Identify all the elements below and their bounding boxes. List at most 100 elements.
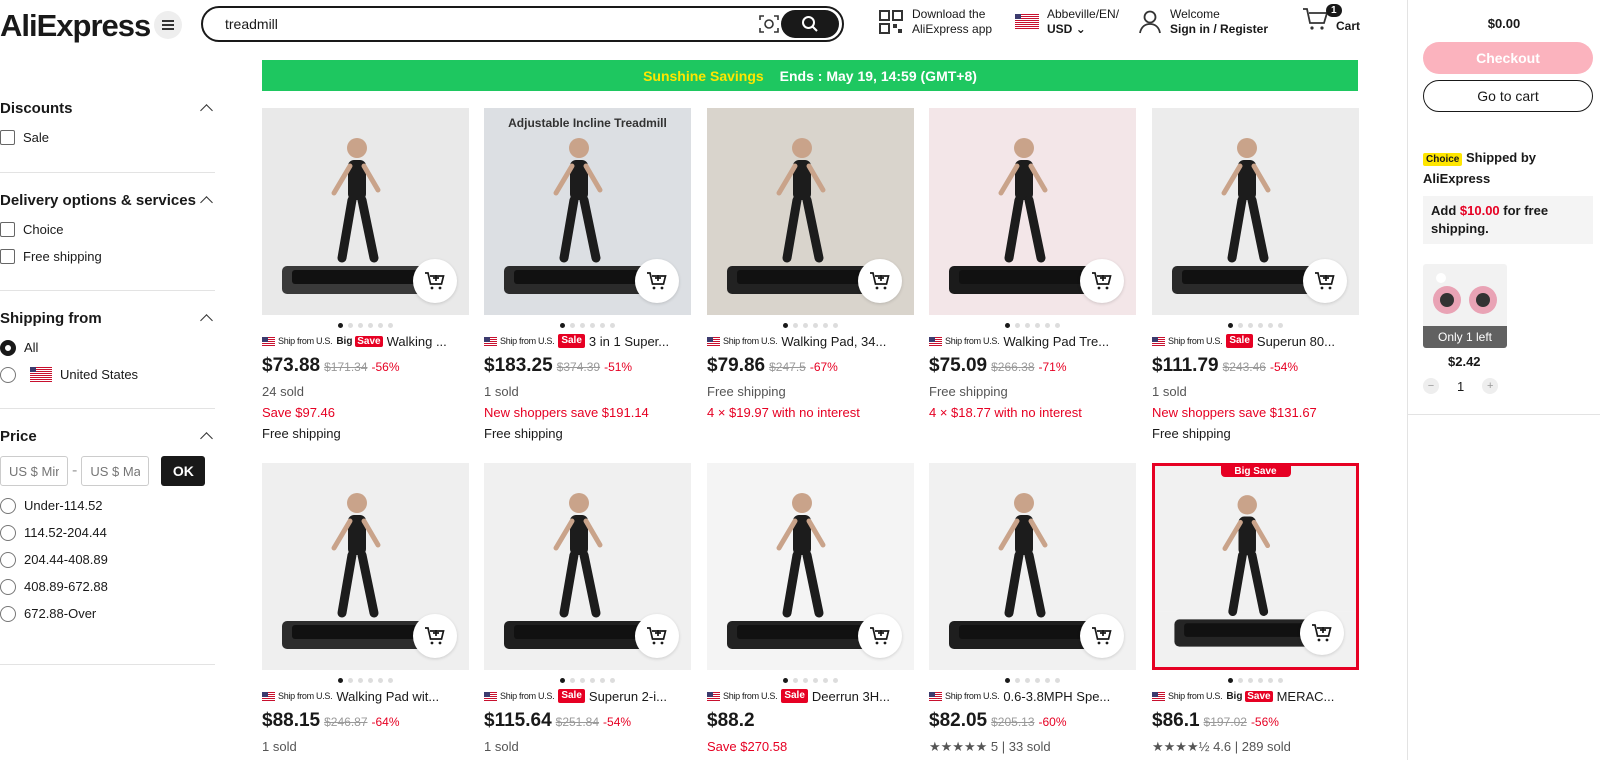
aliexpress-logo[interactable]: AliExpress — [0, 8, 151, 44]
radio[interactable] — [0, 524, 16, 541]
product-title-row[interactable]: Ship from U.S. Sale 3 in 1 Super... — [484, 332, 691, 350]
add-to-cart-button[interactable] — [1080, 259, 1124, 303]
image-carousel-dots[interactable] — [262, 673, 469, 687]
product-card[interactable]: Ship from U.S. Big Save Walking ... $73.… — [262, 108, 469, 444]
checkout-button[interactable]: Checkout — [1423, 42, 1593, 74]
product-card[interactable]: Ship from U.S. Sale Deerrun 3H... $88.2 … — [707, 463, 914, 757]
product-card[interactable]: Adjustable Incline Treadmill Ship from U… — [484, 108, 691, 444]
search-button[interactable] — [781, 10, 839, 38]
filter-option-free-shipping[interactable]: Free shipping — [0, 243, 215, 270]
product-card[interactable]: Ship from U.S. Walking Pad wit... $88.15… — [262, 463, 469, 757]
image-carousel-dots[interactable] — [1152, 318, 1359, 332]
qty-plus-button[interactable]: + — [1482, 378, 1499, 394]
signin-link[interactable]: Sign in / Register — [1170, 22, 1268, 37]
account-menu[interactable]: Welcome Sign in / Register — [1138, 7, 1268, 37]
product-card[interactable]: Ship from U.S. Walking Pad, 34... $79.86… — [707, 108, 914, 423]
product-image[interactable] — [484, 463, 691, 670]
filter-price-header[interactable]: Price — [0, 426, 215, 446]
location-currency[interactable]: Abbeville/EN/USD ⌄ — [1015, 7, 1119, 37]
filter-shipping-header[interactable]: Shipping from — [0, 308, 215, 328]
product-title-row[interactable]: Ship from U.S. Walking Pad wit... — [262, 687, 469, 705]
ship-from-label: Ship from U.S. — [723, 336, 778, 346]
radio[interactable] — [0, 605, 16, 622]
filter-option-choice[interactable]: Choice — [0, 216, 215, 243]
download-app[interactable]: Download the AliExpress app — [878, 7, 992, 37]
product-title-row[interactable]: Ship from U.S. Walking Pad, 34... — [707, 332, 914, 350]
product-title-row[interactable]: Ship from U.S. Sale Superun 2-i... — [484, 687, 691, 705]
image-search-icon[interactable] — [758, 14, 780, 34]
product-title-row[interactable]: Ship from U.S. 0.6-3.8MPH Spe... — [929, 687, 1136, 705]
product-image[interactable]: Adjustable Incline Treadmill — [484, 108, 691, 315]
go-to-cart-button[interactable]: Go to cart — [1423, 80, 1593, 112]
price-range-option[interactable]: Under-114.52 — [0, 492, 215, 519]
radio-selected[interactable] — [0, 339, 16, 356]
product-card[interactable]: Ship from U.S. Sale Superun 2-i... $115.… — [484, 463, 691, 757]
add-to-cart-button[interactable] — [1080, 614, 1124, 658]
filter-delivery-header[interactable]: Delivery options & services — [0, 190, 215, 210]
product-title-row[interactable]: Ship from U.S. Sale Superun 80... — [1152, 332, 1359, 350]
product-image[interactable] — [1152, 108, 1359, 315]
radio[interactable] — [0, 578, 16, 595]
product-title-row[interactable]: Ship from U.S. Sale Deerrun 3H... — [707, 687, 914, 705]
image-carousel-dots[interactable] — [929, 673, 1136, 687]
add-to-cart-button[interactable] — [858, 614, 902, 658]
add-cart-icon — [870, 627, 890, 645]
cart-button[interactable]: 1 Cart — [1302, 4, 1360, 34]
price-range-option[interactable]: 408.89-672.88 — [0, 573, 215, 600]
checkbox[interactable] — [0, 249, 15, 264]
price-range-option[interactable]: 204.44-408.89 — [0, 546, 215, 573]
product-card[interactable]: Big Save Ship from U.S. Big Save MERAC..… — [1152, 463, 1359, 757]
add-to-cart-button[interactable] — [635, 614, 679, 658]
add-to-cart-button[interactable] — [413, 259, 457, 303]
search-bar[interactable] — [201, 6, 844, 42]
search-input[interactable] — [225, 16, 725, 32]
promo-banner[interactable]: Sunshine Savings Ends : May 19, 14:59 (G… — [262, 60, 1358, 91]
price-range-option[interactable]: 114.52-204.44 — [0, 519, 215, 546]
menu-button[interactable] — [154, 11, 182, 39]
cart-item-image[interactable]: Only 1 left — [1423, 264, 1507, 348]
product-card[interactable]: Ship from U.S. Sale Superun 80... $111.7… — [1152, 108, 1359, 444]
product-image[interactable] — [707, 108, 914, 315]
filter-option-united-states[interactable]: United States — [0, 361, 215, 388]
image-carousel-dots[interactable] — [484, 673, 691, 687]
product-title-row[interactable]: Ship from U.S. Big Save Walking ... — [262, 332, 469, 350]
product-image[interactable] — [262, 108, 469, 315]
image-carousel-dots[interactable] — [484, 318, 691, 332]
add-to-cart-button[interactable] — [413, 614, 457, 658]
price-range-option[interactable]: 672.88-Over — [0, 600, 215, 627]
chevron-up-icon — [200, 196, 213, 209]
image-carousel-dots[interactable] — [929, 318, 1136, 332]
add-to-cart-button[interactable] — [1303, 259, 1347, 303]
add-to-cart-button[interactable] — [1300, 611, 1344, 655]
radio[interactable] — [0, 366, 16, 383]
product-image[interactable] — [262, 463, 469, 670]
filter-discounts-header[interactable]: Discounts — [0, 98, 215, 118]
filter-option-sale[interactable]: Sale — [0, 124, 215, 151]
image-carousel-dots[interactable] — [1152, 673, 1359, 687]
radio[interactable] — [0, 497, 16, 514]
price-ok-button[interactable]: OK — [161, 456, 206, 486]
product-image[interactable]: Big Save — [1152, 463, 1359, 670]
product-title-row[interactable]: Ship from U.S. Walking Pad Tre... — [929, 332, 1136, 350]
image-carousel-dots[interactable] — [707, 318, 914, 332]
add-to-cart-button[interactable] — [635, 259, 679, 303]
radio[interactable] — [0, 551, 16, 568]
product-title-row[interactable]: Ship from U.S. Big Save MERAC... — [1152, 687, 1359, 705]
price-max-input[interactable] — [81, 456, 150, 486]
product-card[interactable]: Ship from U.S. 0.6-3.8MPH Spe... $82.05 … — [929, 463, 1136, 757]
qty-minus-button[interactable]: − — [1423, 378, 1439, 394]
price-min-input[interactable] — [0, 456, 68, 486]
original-price: $171.34 — [324, 360, 368, 374]
product-price: $86.1 — [1152, 710, 1200, 731]
checkbox[interactable] — [0, 130, 15, 145]
product-image[interactable] — [929, 463, 1136, 670]
image-carousel-dots[interactable] — [262, 318, 469, 332]
filter-title: Shipping from — [0, 309, 102, 327]
checkbox[interactable] — [0, 222, 15, 237]
add-to-cart-button[interactable] — [858, 259, 902, 303]
filter-option-all[interactable]: All — [0, 334, 215, 361]
product-card[interactable]: Ship from U.S. Walking Pad Tre... $75.09… — [929, 108, 1136, 423]
product-image[interactable] — [929, 108, 1136, 315]
image-carousel-dots[interactable] — [707, 673, 914, 687]
product-image[interactable] — [707, 463, 914, 670]
